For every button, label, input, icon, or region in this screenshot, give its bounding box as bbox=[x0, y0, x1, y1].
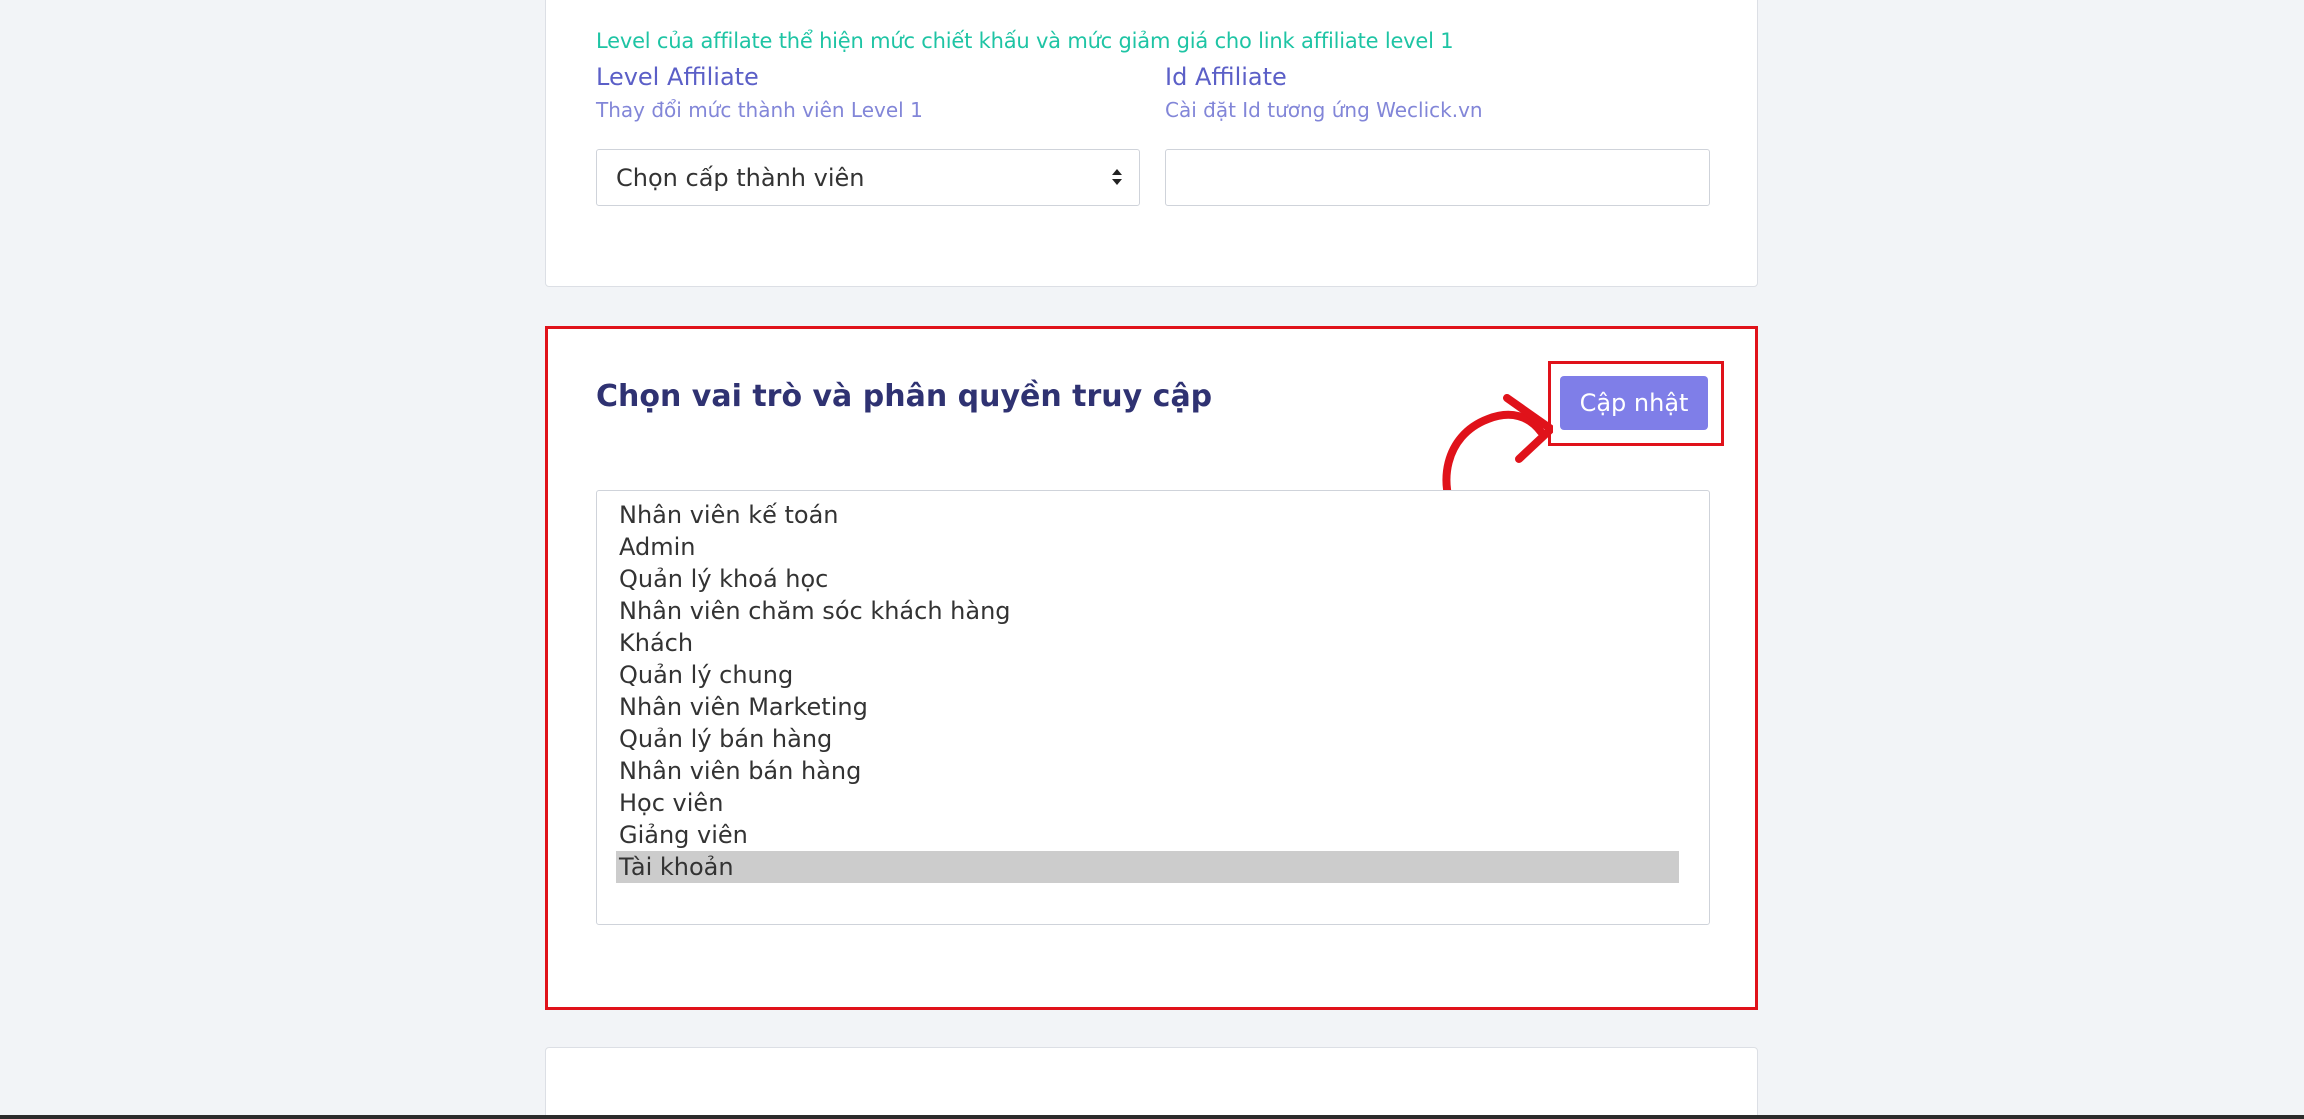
affiliate-note: Level của affilate thể hiện mức chiết kh… bbox=[596, 29, 1454, 53]
role-option[interactable]: Nhân viên chăm sóc khách hàng bbox=[616, 595, 1679, 627]
member-level-select-value: Chọn cấp thành viên bbox=[616, 164, 865, 192]
level-affiliate-title: Level Affiliate bbox=[596, 63, 759, 91]
page: Level của affilate thể hiện mức chiết kh… bbox=[0, 0, 2304, 1119]
role-option-selected[interactable]: Tài khoản bbox=[616, 851, 1679, 883]
roles-section-title: Chọn vai trò và phân quyền truy cập bbox=[596, 379, 1213, 414]
role-option[interactable]: Quản lý bán hàng bbox=[616, 723, 1679, 755]
id-affiliate-subtitle: Cài đặt Id tương ứng Weclick.vn bbox=[1165, 98, 1483, 122]
role-option[interactable]: Giảng viên bbox=[616, 819, 1679, 851]
role-option[interactable]: Học viên bbox=[616, 787, 1679, 819]
next-card bbox=[545, 1047, 1758, 1119]
role-option[interactable]: Nhân viên bán hàng bbox=[616, 755, 1679, 787]
role-option[interactable]: Nhân viên Marketing bbox=[616, 691, 1679, 723]
roles-listbox[interactable]: Nhân viên kế toán Admin Quản lý khoá học… bbox=[596, 490, 1710, 925]
role-option[interactable]: Admin bbox=[616, 531, 1679, 563]
role-option[interactable]: Quản lý khoá học bbox=[616, 563, 1679, 595]
roles-card: Chọn vai trò và phân quyền truy cập Cập … bbox=[545, 326, 1758, 1010]
update-button[interactable]: Cập nhật bbox=[1560, 376, 1708, 430]
id-affiliate-title: Id Affiliate bbox=[1165, 63, 1287, 91]
member-level-select[interactable]: Chọn cấp thành viên bbox=[596, 149, 1140, 206]
sort-arrows-icon bbox=[1112, 169, 1122, 185]
level-affiliate-subtitle: Thay đổi mức thành viên Level 1 bbox=[596, 98, 923, 122]
role-option[interactable]: Nhân viên kế toán bbox=[616, 499, 1679, 531]
affiliate-id-input[interactable] bbox=[1165, 149, 1710, 206]
role-option[interactable]: Quản lý chung bbox=[616, 659, 1679, 691]
role-option[interactable]: Khách bbox=[616, 627, 1679, 659]
affiliate-card: Level của affilate thể hiện mức chiết kh… bbox=[545, 0, 1758, 287]
window-bottom-edge bbox=[0, 1115, 2304, 1119]
